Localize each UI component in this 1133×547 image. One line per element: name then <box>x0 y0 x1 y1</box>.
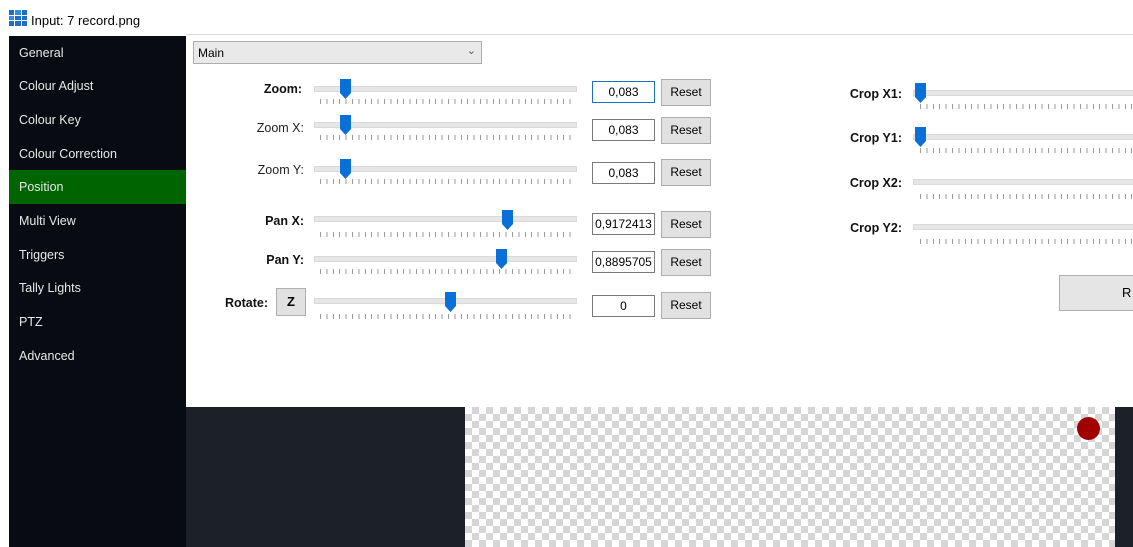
pan-y-slider-track[interactable] <box>314 256 577 262</box>
crop-y2-label: Crop Y2: <box>850 221 902 235</box>
sidebar-item-colour-correction[interactable]: Colour Correction <box>9 137 186 171</box>
pan-x-slider-ticks <box>320 232 573 237</box>
pan-x-reset-button[interactable]: Reset <box>661 211 711 238</box>
crop-y1-slider-track[interactable] <box>913 134 1133 140</box>
rotate-label: Rotate: <box>224 296 268 310</box>
zoom-x-slider-ticks <box>320 135 573 140</box>
sidebar-item-advanced[interactable]: Advanced <box>9 339 186 373</box>
zoom-x-value-field[interactable]: 0,083 <box>592 119 655 141</box>
zoom-x-reset-button[interactable]: Reset <box>661 117 711 144</box>
crop-x1-slider-ticks <box>920 104 1133 109</box>
transparent-preview-canvas <box>465 407 1115 547</box>
chevron-down-icon: ⌄ <box>466 45 476 57</box>
zoom-label: Zoom: <box>263 82 302 96</box>
crop-y2-slider-track[interactable] <box>913 224 1133 230</box>
rotate-axis-z-button[interactable]: Z <box>276 288 306 316</box>
zoom-y-slider-thumb[interactable] <box>339 159 351 179</box>
grid-app-icon <box>9 10 27 26</box>
pan-y-label: Pan Y: <box>266 253 304 267</box>
zoom-x-label: Zoom X: <box>256 121 304 135</box>
zoom-y-reset-button[interactable]: Reset <box>661 159 711 186</box>
sidebar-item-colour-adjust[interactable]: Colour Adjust <box>9 69 186 103</box>
zoom-slider-thumb[interactable] <box>339 79 351 99</box>
zoom-slider-track[interactable] <box>314 86 577 92</box>
pan-y-slider-ticks <box>320 269 573 274</box>
pan-x-value-field[interactable]: 0,9172413 <box>592 213 655 235</box>
crop-y1-label: Crop Y1: <box>850 131 902 145</box>
sidebar-item-position[interactable]: Position <box>9 170 186 204</box>
sidebar-item-ptz[interactable]: PTZ <box>9 305 186 339</box>
pan-y-slider-thumb[interactable] <box>496 249 508 269</box>
crop-y1-slider-thumb[interactable] <box>915 127 926 147</box>
title-divider <box>186 34 1133 35</box>
zoom-x-slider-track[interactable] <box>314 122 577 128</box>
pan-x-slider-thumb[interactable] <box>501 210 513 230</box>
sidebar-item-multi-view[interactable]: Multi View <box>9 204 186 238</box>
zoom-slider-ticks <box>320 99 573 104</box>
sidebar-item-tally-lights[interactable]: Tally Lights <box>9 271 186 305</box>
zoom-y-slider-ticks <box>320 179 573 184</box>
sidebar: General Colour Adjust Colour Key Colour … <box>9 36 186 547</box>
window-title: Input: 7 record.png <box>31 13 141 28</box>
zoom-value-field[interactable]: 0,083 <box>592 81 655 103</box>
layer-select[interactable]: Main ⌄ <box>193 41 482 64</box>
sidebar-item-general[interactable]: General <box>9 36 186 70</box>
zoom-y-value-field[interactable]: 0,083 <box>592 162 655 184</box>
zoom-y-label: Zoom Y: <box>257 163 304 177</box>
crop-x2-slider-ticks <box>920 194 1133 199</box>
sidebar-item-colour-key[interactable]: Colour Key <box>9 103 186 137</box>
crop-y2-slider-ticks <box>920 239 1133 244</box>
pan-x-slider-track[interactable] <box>314 216 577 222</box>
pan-x-label: Pan X: <box>265 214 304 228</box>
pan-y-value-field[interactable]: 0,8895705 <box>592 251 655 273</box>
sidebar-item-triggers[interactable]: Triggers <box>9 238 186 272</box>
crop-x1-slider-track[interactable] <box>913 90 1133 96</box>
record-dot-icon <box>1077 417 1100 440</box>
crop-x2-label: Crop X2: <box>849 176 902 190</box>
crop-x1-slider-thumb[interactable] <box>915 83 926 103</box>
rotate-value-field[interactable]: 0 <box>592 295 655 317</box>
zoom-y-slider-track[interactable] <box>314 166 577 172</box>
zoom-x-slider-thumb[interactable] <box>339 115 351 135</box>
title-bar: Input: 7 record.png <box>0 0 1133 36</box>
zoom-reset-button[interactable]: Reset <box>661 79 711 106</box>
rotate-reset-button[interactable]: Reset <box>661 292 711 319</box>
crop-x1-label: Crop X1: <box>849 87 902 101</box>
crop-x2-slider-track[interactable] <box>913 179 1133 185</box>
rotate-slider-ticks <box>320 314 573 319</box>
crop-y1-slider-ticks <box>920 148 1133 153</box>
pan-y-reset-button[interactable]: Reset <box>661 249 711 276</box>
rotate-slider-thumb[interactable] <box>444 292 456 312</box>
layer-select-value: Main <box>198 46 225 60</box>
crop-reset-button[interactable]: R <box>1059 275 1133 311</box>
